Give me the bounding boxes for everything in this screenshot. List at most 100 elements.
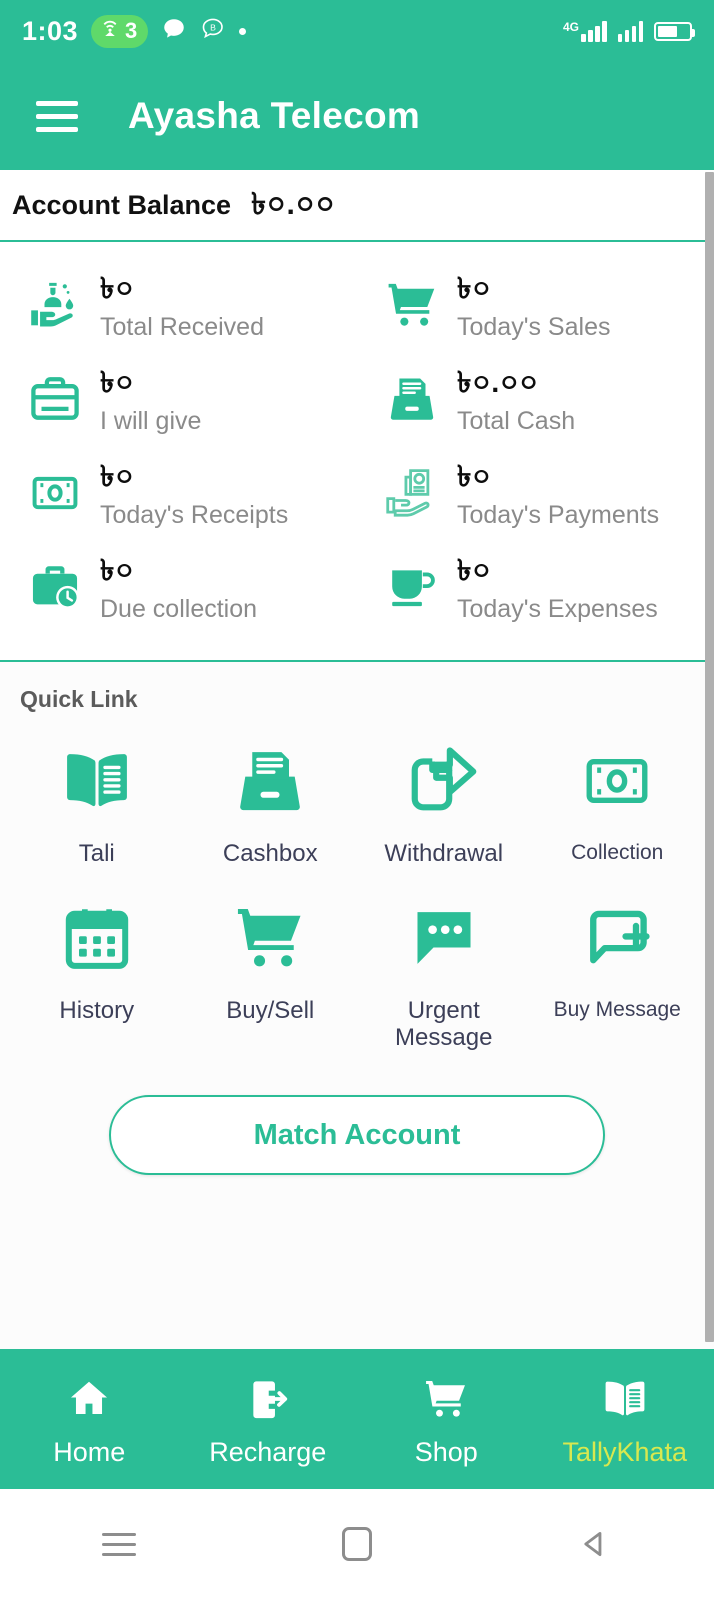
nav-item-recharge[interactable]: Recharge bbox=[179, 1371, 358, 1468]
account-balance-label: Account Balance bbox=[12, 189, 232, 220]
nav-item-tallykhata[interactable]: TallyKhata bbox=[536, 1371, 714, 1468]
signal-bars-secondary-icon bbox=[617, 20, 643, 42]
open-book-icon bbox=[60, 737, 134, 825]
match-account-button[interactable]: Match Account bbox=[109, 1095, 605, 1176]
nav-label: Home bbox=[53, 1436, 126, 1467]
shopping-cart-icon bbox=[381, 274, 443, 336]
home-square-icon[interactable] bbox=[238, 1527, 476, 1561]
summary-amount: ৳০ bbox=[457, 273, 492, 305]
cashbox-icon bbox=[232, 737, 308, 825]
quick-link-grid: Tali Cashbox Withdrawal Collection Histo… bbox=[0, 713, 714, 1052]
quick-link-label: Cashbox bbox=[222, 839, 318, 867]
recents-icon[interactable] bbox=[0, 1532, 238, 1556]
summary-amount: ৳০ bbox=[100, 460, 135, 493]
quick-link-item-urgent-message[interactable]: Urgent Message bbox=[357, 894, 531, 1052]
account-balance-bar[interactable]: Account Balance ৳০.০০ bbox=[0, 170, 714, 242]
summary-item-due-collection[interactable]: ৳০ Due collection bbox=[0, 542, 357, 636]
withdrawal-arrow-icon bbox=[405, 737, 483, 825]
quick-link-label: Withdrawal bbox=[384, 839, 504, 867]
wifi-hotspot-icon bbox=[99, 18, 121, 45]
quick-link-item-cashbox[interactable]: Cashbox bbox=[184, 737, 358, 868]
chat-bubble-plus-icon bbox=[579, 894, 655, 982]
quick-link-label: Collection bbox=[571, 840, 664, 864]
signal-bars-icon bbox=[581, 20, 607, 42]
quick-link-label: Tali bbox=[78, 839, 115, 867]
summary-label: Total Received bbox=[100, 313, 264, 342]
briefcase-icon bbox=[24, 368, 86, 430]
nav-label: TallyKhata bbox=[562, 1436, 688, 1467]
quick-link-item-withdrawal[interactable]: Withdrawal bbox=[357, 737, 531, 868]
calendar-icon bbox=[61, 894, 133, 982]
summary-item-text: ৳০ Today's Payments bbox=[457, 460, 660, 530]
status-bar-left: 1:03 3 B bbox=[22, 14, 247, 48]
summary-item-todays-receipts[interactable]: ৳০ Today's Receipts bbox=[0, 448, 357, 542]
summary-label: Total Cash bbox=[457, 407, 576, 436]
app-bar: Ayasha Telecom bbox=[0, 62, 714, 170]
summary-item-todays-expenses[interactable]: ৳০ Today's Expenses bbox=[357, 542, 714, 636]
briefcase-clock-icon bbox=[24, 556, 86, 618]
quick-link-label: Buy Message bbox=[553, 997, 681, 1021]
summary-label: Today's Payments bbox=[457, 501, 660, 530]
quick-link-item-history[interactable]: History bbox=[10, 894, 184, 1052]
summary-item-i-will-give[interactable]: ৳০ I will give bbox=[0, 354, 357, 448]
hand-holding-invoice-icon bbox=[381, 462, 443, 524]
battery-icon bbox=[654, 21, 695, 41]
summary-item-text: ৳০.০০ Total Cash bbox=[457, 366, 576, 436]
shopping-cart-icon bbox=[233, 894, 307, 982]
app-screen: 1:03 3 B 4G Ayasha Telecom Account Balan… bbox=[0, 0, 714, 1599]
summary-item-total-received[interactable]: ৳০ Total Received bbox=[0, 260, 357, 354]
summary-amount: ৳০ bbox=[100, 554, 135, 587]
quick-link-title: Quick Link bbox=[20, 685, 138, 712]
summary-label: Today's Sales bbox=[457, 313, 611, 342]
summary-item-todays-payments[interactable]: ৳০ Today's Payments bbox=[357, 448, 714, 542]
back-triangle-icon[interactable] bbox=[476, 1527, 714, 1561]
summary-item-total-cash[interactable]: ৳০.০০ Total Cash bbox=[357, 354, 714, 448]
hand-receiving-money-icon bbox=[24, 274, 86, 336]
bottom-navigation: Home Recharge Shop TallyKhata bbox=[0, 1349, 714, 1489]
status-bar-right: 4G bbox=[563, 20, 695, 42]
banknote-icon bbox=[583, 737, 651, 825]
summary-item-text: ৳০ Total Received bbox=[100, 274, 264, 342]
hotspot-count: 3 bbox=[125, 18, 138, 43]
match-account-wrapper: Match Account bbox=[0, 1051, 714, 1193]
summary-grid: ৳০ Total Received ৳০ Today's Sales ৳০ I … bbox=[0, 242, 714, 662]
nav-label: Recharge bbox=[209, 1436, 327, 1467]
account-balance-value: ৳০.০০ bbox=[251, 187, 336, 221]
message-bubble-icon bbox=[161, 16, 187, 47]
summary-label: Today's Expenses bbox=[457, 595, 658, 624]
page-title: Ayasha Telecom bbox=[128, 95, 421, 136]
scrollbar[interactable] bbox=[705, 170, 714, 1349]
quick-link-item-tali[interactable]: Tali bbox=[10, 737, 184, 868]
summary-label: I will give bbox=[100, 407, 202, 436]
scrollbar-thumb[interactable] bbox=[705, 172, 714, 1342]
hotspot-indicator: 3 bbox=[91, 14, 149, 48]
shopping-cart-icon bbox=[423, 1371, 469, 1427]
summary-item-todays-sales[interactable]: ৳০ Today's Sales bbox=[357, 260, 714, 354]
summary-item-text: ৳০ Today's Sales bbox=[457, 274, 610, 342]
quick-link-section: Quick Link Tali Cashbox Withdrawal Colle… bbox=[0, 661, 714, 1194]
hamburger-menu-icon[interactable] bbox=[36, 100, 78, 132]
nav-item-shop[interactable]: Shop bbox=[357, 1371, 536, 1468]
summary-amount: ৳০.০০ bbox=[457, 366, 539, 399]
network-signal-group: 4G bbox=[563, 20, 607, 42]
home-icon bbox=[66, 1371, 112, 1427]
main-scroll-area[interactable]: Account Balance ৳০.০০ ৳০ Total Received … bbox=[0, 170, 714, 1349]
quick-link-label: Urgent Message bbox=[395, 996, 493, 1051]
chat-bubble-dots-icon bbox=[407, 894, 481, 982]
status-time: 1:03 bbox=[22, 15, 79, 46]
phone-arrow-icon bbox=[246, 1371, 290, 1427]
quick-link-item-buy-message[interactable]: Buy Message bbox=[531, 894, 705, 1052]
summary-label: Today's Receipts bbox=[100, 501, 289, 530]
svg-text:B: B bbox=[210, 22, 216, 32]
summary-amount: ৳০ bbox=[100, 273, 135, 305]
summary-amount: ৳০ bbox=[457, 460, 492, 493]
summary-label: Due collection bbox=[100, 595, 258, 624]
summary-amount: ৳০ bbox=[457, 554, 492, 587]
coffee-cup-icon bbox=[381, 556, 443, 618]
banknote-icon bbox=[24, 462, 86, 524]
quick-link-item-buy-sell[interactable]: Buy/Sell bbox=[184, 894, 358, 1052]
quick-link-item-collection[interactable]: Collection bbox=[531, 737, 705, 868]
nav-item-home[interactable]: Home bbox=[0, 1371, 179, 1468]
cashbox-icon bbox=[381, 368, 443, 430]
summary-item-text: ৳০ Today's Receipts bbox=[100, 460, 289, 530]
